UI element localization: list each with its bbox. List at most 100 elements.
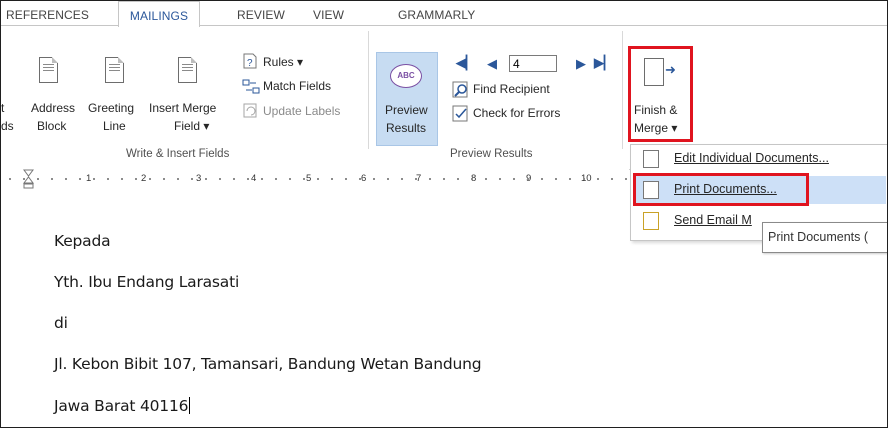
tab-mailings[interactable]: MAILINGS xyxy=(118,1,200,27)
print-documents-tooltip: Print Documents ( xyxy=(762,222,887,253)
ruler-tick xyxy=(457,178,459,180)
insert-merge-field-icon xyxy=(178,57,197,83)
ribbon-tabs: REFERENCES MAILINGS REVIEW VIEW GRAMMARL… xyxy=(1,1,887,27)
print-documents-highlight xyxy=(633,173,809,206)
doc-line-5-text: Jawa Barat 40116 xyxy=(54,397,189,415)
ruler-tick xyxy=(37,178,39,180)
greeting-line-icon xyxy=(105,57,124,83)
partial-button-label-top: t xyxy=(1,101,5,115)
preview-results-label-1: Preview xyxy=(385,103,428,117)
next-record-icon[interactable]: ▶ xyxy=(576,56,586,72)
ruler-tick xyxy=(359,178,361,180)
ruler-number: 6 xyxy=(361,173,367,184)
ruler-tick xyxy=(597,178,599,180)
find-recipient-icon xyxy=(452,81,468,98)
ruler-tick xyxy=(387,178,389,180)
ruler-tick xyxy=(583,178,585,180)
ruler-tick xyxy=(219,178,221,180)
ruler-tick xyxy=(177,178,179,180)
ruler-tick xyxy=(513,178,515,180)
partial-button-label-bottom: ds xyxy=(1,119,14,133)
doc-line-5[interactable]: Jawa Barat 40116 xyxy=(54,397,191,415)
find-recipient-button[interactable]: Find Recipient xyxy=(473,82,550,96)
ruler-tick xyxy=(275,178,277,180)
tab-references[interactable]: REFERENCES xyxy=(6,1,89,25)
ruler-tick xyxy=(415,178,417,180)
ruler-number: 5 xyxy=(306,173,312,184)
ruler-tick xyxy=(23,178,25,180)
tab-review[interactable]: REVIEW xyxy=(237,1,285,25)
ruler-tick xyxy=(79,178,81,180)
doc-line-1[interactable]: Kepada xyxy=(54,232,111,250)
match-fields-icon xyxy=(242,79,260,94)
tab-grammarly[interactable]: GRAMMARLY xyxy=(398,1,475,25)
record-number-input[interactable]: 4 xyxy=(509,55,557,72)
ruler-tick xyxy=(429,178,431,180)
svg-text:?: ? xyxy=(247,58,253,69)
ruler-tick xyxy=(345,178,347,180)
ruler-number: 2 xyxy=(141,173,147,184)
ruler-tick xyxy=(401,178,403,180)
ruler-tick xyxy=(471,178,473,180)
first-record-icon[interactable]: ◀▏ xyxy=(456,55,476,71)
preview-abc-icon: ABC xyxy=(390,64,422,88)
ruler-tick xyxy=(555,178,557,180)
ruler-tick xyxy=(499,178,501,180)
update-labels-icon xyxy=(243,103,257,118)
address-block-label-1[interactable]: Address xyxy=(31,101,75,115)
insert-merge-field-label-2[interactable]: Field ▾ xyxy=(174,119,209,133)
ruler-tick xyxy=(93,178,95,180)
ruler-tick xyxy=(107,178,109,180)
match-fields-button[interactable]: Match Fields xyxy=(263,79,331,93)
ruler-tick xyxy=(303,178,305,180)
ruler-tick xyxy=(163,178,165,180)
ruler-tick xyxy=(569,178,571,180)
finish-merge-highlight xyxy=(628,46,693,142)
doc-line-2[interactable]: Yth. Ibu Endang Larasati xyxy=(54,273,239,291)
word-window: REFERENCES MAILINGS REVIEW VIEW GRAMMARL… xyxy=(0,0,888,428)
ruler-tick xyxy=(9,178,11,180)
doc-line-4[interactable]: Jl. Kebon Bibit 107, Tamansari, Bandung … xyxy=(54,355,482,373)
ruler-tick xyxy=(51,178,53,180)
rules-button[interactable]: Rules ▾ xyxy=(263,55,303,69)
ruler-number: 3 xyxy=(196,173,202,184)
ruler-tick xyxy=(233,178,235,180)
address-block-label-2[interactable]: Block xyxy=(37,119,66,133)
ruler-tick xyxy=(205,178,207,180)
ruler-tick xyxy=(443,178,445,180)
rules-icon: ? xyxy=(243,53,257,69)
ruler-tick xyxy=(541,178,543,180)
greeting-line-label-2[interactable]: Line xyxy=(103,119,126,133)
previous-record-icon[interactable]: ◀ xyxy=(487,56,497,72)
ruler-number: 4 xyxy=(251,173,257,184)
ruler-number: 1 xyxy=(86,173,92,184)
tab-view[interactable]: VIEW xyxy=(313,1,344,25)
check-for-errors-button[interactable]: Check for Errors xyxy=(473,106,560,120)
menu-item-send-email-label: Send Email M xyxy=(674,213,752,227)
text-caret xyxy=(189,397,191,414)
email-icon xyxy=(643,212,659,230)
ruler-tick xyxy=(527,178,529,180)
ruler-tick xyxy=(611,178,613,180)
horizontal-ruler[interactable]: 12345678910 xyxy=(1,169,629,189)
group-label-preview-results: Preview Results xyxy=(450,148,533,160)
address-block-icon xyxy=(39,57,58,83)
ruler-tick xyxy=(191,178,193,180)
last-record-icon[interactable]: ▶▏ xyxy=(594,55,614,71)
doc-line-3[interactable]: di xyxy=(54,314,68,332)
ruler-tick xyxy=(373,178,375,180)
greeting-line-label-1[interactable]: Greeting xyxy=(88,101,134,115)
preview-results-label-2: Results xyxy=(386,121,427,135)
ruler-tick xyxy=(289,178,291,180)
group-separator xyxy=(368,31,369,149)
ruler-tick xyxy=(625,178,627,180)
group-label-write-insert: Write & Insert Fields xyxy=(126,148,230,160)
ruler-tick xyxy=(65,178,67,180)
ruler-tick xyxy=(485,178,487,180)
ruler-tick xyxy=(149,178,151,180)
ruler-tick xyxy=(135,178,137,180)
insert-merge-field-label-1[interactable]: Insert Merge xyxy=(149,101,216,115)
update-labels-button[interactable]: Update Labels xyxy=(263,104,340,118)
menu-item-edit-individual[interactable]: Edit Individual Documents... xyxy=(633,145,886,173)
check-for-errors-icon xyxy=(452,105,468,122)
